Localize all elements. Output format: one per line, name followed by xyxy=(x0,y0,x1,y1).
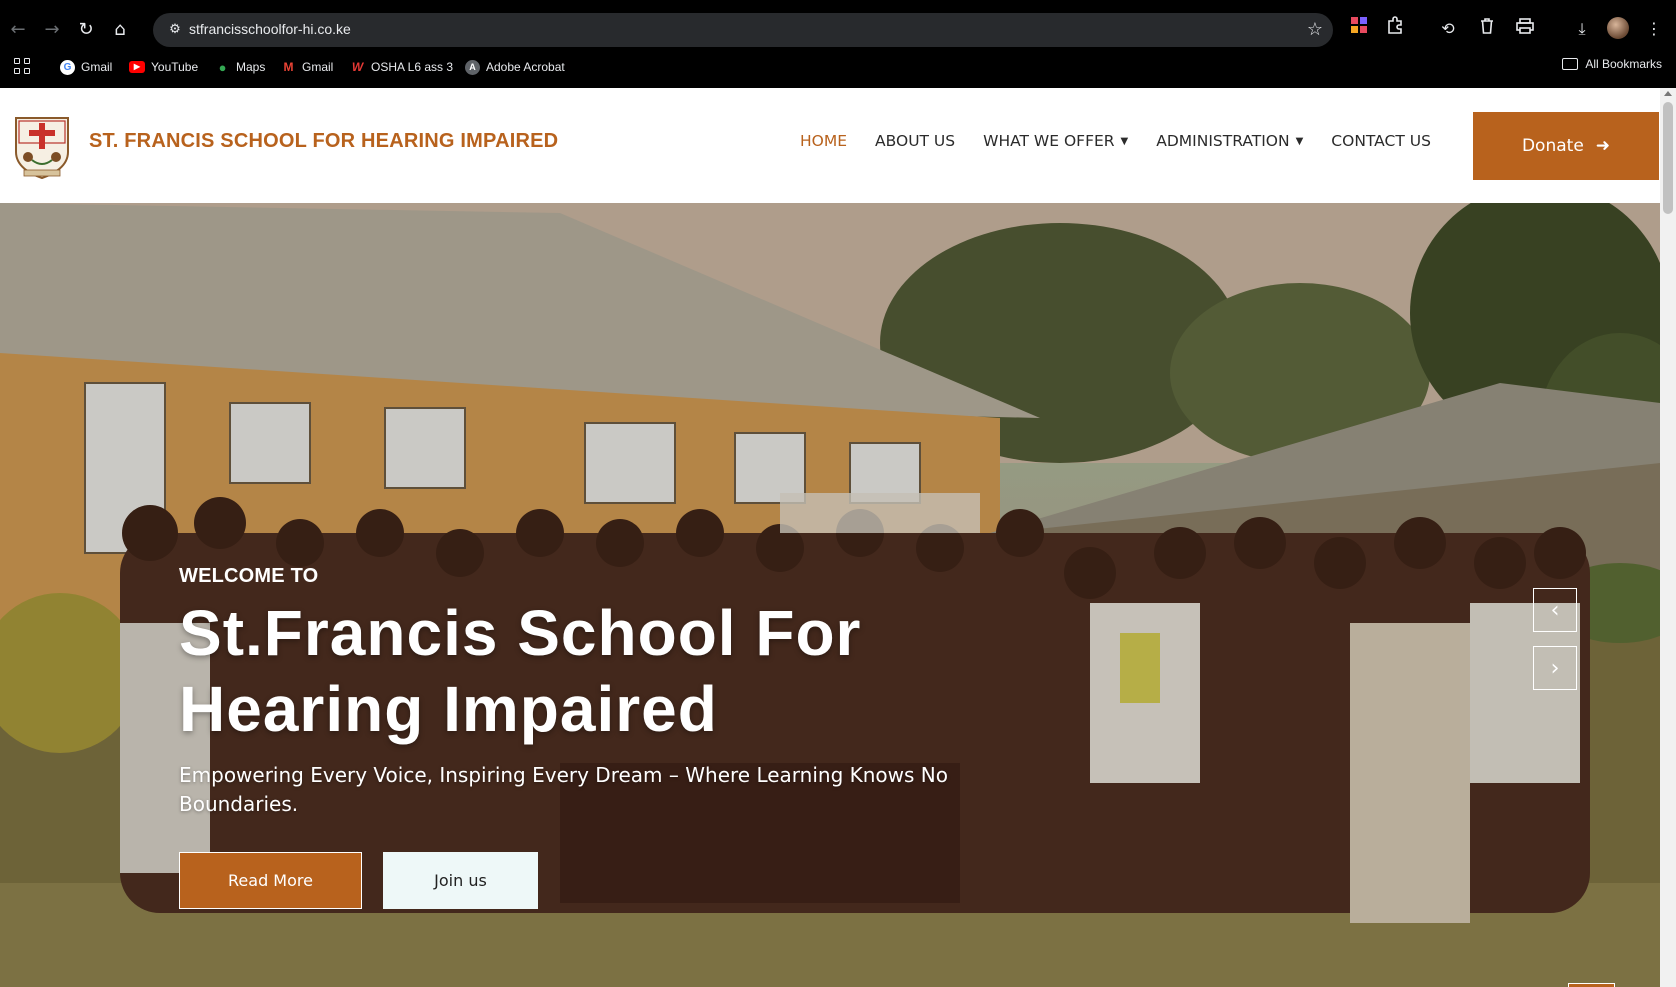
bookmark-label: OSHA L6 ass 3 xyxy=(371,60,454,74)
bookmark-label: Gmail xyxy=(81,60,113,74)
site-info-icon[interactable]: ⚙ xyxy=(165,20,185,40)
folder-icon xyxy=(1562,58,1579,70)
site-header: ST. FRANCIS SCHOOL FOR HEARING IMPAIRED … xyxy=(0,88,1660,203)
forward-icon[interactable]: → xyxy=(38,16,66,44)
address-url[interactable]: stfrancisschoolfor-hi.co.ke xyxy=(189,21,351,37)
hero-eyebrow: WELCOME TO xyxy=(179,565,319,587)
w-icon: W xyxy=(351,59,364,74)
extensions-puzzle-icon[interactable] xyxy=(1382,16,1408,42)
all-bookmarks-label: All Bookmarks xyxy=(1585,57,1662,71)
print-icon[interactable] xyxy=(1512,16,1538,42)
nav-home[interactable]: HOME xyxy=(800,132,847,150)
profile-avatar[interactable] xyxy=(1607,17,1629,39)
chevron-left-icon: ‹ xyxy=(1550,597,1560,623)
menu-kebab-icon[interactable]: ⋮ xyxy=(1641,16,1667,42)
acrobat-icon: A xyxy=(465,59,480,75)
page-viewport: ST. FRANCIS SCHOOL FOR HEARING IMPAIRED … xyxy=(0,88,1676,987)
nav-contact-us[interactable]: CONTACT US xyxy=(1331,132,1431,150)
back-to-top-button[interactable]: ↑ xyxy=(1568,983,1615,987)
join-us-button[interactable]: Join us xyxy=(383,852,538,909)
donate-label: Donate xyxy=(1521,136,1584,156)
bookmark-gmail-2[interactable]: M Gmail xyxy=(281,57,334,77)
nav-label: HOME xyxy=(800,132,848,150)
slider-next-button[interactable]: › xyxy=(1533,646,1577,690)
donate-button[interactable]: Donate ➜ xyxy=(1473,112,1659,180)
nav-label: ABOUT US xyxy=(875,132,956,150)
gmail-icon: M xyxy=(283,59,294,74)
nav-administration[interactable]: ADMINISTRATION ▼ xyxy=(1156,132,1303,150)
bookmark-star-icon[interactable]: ☆ xyxy=(1307,19,1323,40)
bookmark-gmail[interactable]: G Gmail xyxy=(60,57,112,77)
nav-what-we-offer[interactable]: WHAT WE OFFER ▼ xyxy=(983,132,1128,150)
trash-icon[interactable] xyxy=(1474,16,1500,42)
bookmark-label: Adobe Acrobat xyxy=(486,60,565,74)
bookmark-label: YouTube xyxy=(151,60,199,74)
nav-label: WHAT WE OFFER xyxy=(983,132,1115,150)
page-scrollbar[interactable] xyxy=(1660,88,1676,987)
history-icon[interactable]: ⟲ xyxy=(1435,16,1461,42)
scroll-thumb[interactable] xyxy=(1663,102,1673,214)
browser-toolbar: ← → ↻ ⌂ ⚙ stfrancisschoolfor-hi.co.ke ☆ … xyxy=(0,0,1676,56)
address-bar[interactable]: ⚙ stfrancisschoolfor-hi.co.ke ☆ xyxy=(153,13,1333,47)
slider-prev-button[interactable]: ‹ xyxy=(1533,588,1577,632)
nav-about-us[interactable]: ABOUT US xyxy=(875,132,955,150)
scroll-up-arrow-icon[interactable] xyxy=(1664,91,1672,96)
apps-grid-icon[interactable] xyxy=(14,58,32,76)
download-icon[interactable]: ⤓ xyxy=(1569,16,1595,42)
site-title[interactable]: ST. FRANCIS SCHOOL FOR HEARING IMPAIRED xyxy=(89,130,558,153)
all-bookmarks[interactable]: All Bookmarks xyxy=(1562,57,1662,71)
bookmark-youtube[interactable]: ▶ YouTube xyxy=(129,57,198,77)
google-icon: G xyxy=(60,59,75,75)
bookmark-osha[interactable]: W OSHA L6 ass 3 xyxy=(350,57,453,77)
chevron-right-icon: › xyxy=(1550,655,1560,681)
chevron-down-icon: ▼ xyxy=(1120,135,1129,147)
maps-icon: ● xyxy=(218,59,227,75)
back-icon[interactable]: ← xyxy=(4,16,32,44)
chevron-down-icon: ▼ xyxy=(1295,135,1304,147)
bookmark-maps[interactable]: ● Maps xyxy=(215,57,266,77)
school-logo[interactable] xyxy=(10,112,74,180)
nav-label: CONTACT US xyxy=(1331,132,1431,150)
hero-slider: WELCOME TO St.Francis School For Hearing… xyxy=(0,203,1660,987)
hero-subtitle: Empowering Every Voice, Inspiring Every … xyxy=(179,763,948,816)
nav-label: ADMINISTRATION xyxy=(1156,132,1290,150)
read-more-button[interactable]: Read More xyxy=(179,852,362,909)
youtube-icon: ▶ xyxy=(129,61,145,73)
reload-icon[interactable]: ↻ xyxy=(72,16,100,44)
arrow-right-icon: ➜ xyxy=(1595,136,1611,156)
home-icon[interactable]: ⌂ xyxy=(106,16,134,44)
bookmark-acrobat[interactable]: A Adobe Acrobat xyxy=(465,57,565,77)
hero-title: St.Francis School For Hearing Impaired xyxy=(179,597,862,745)
main-nav: HOME ABOUT US WHAT WE OFFER ▼ ADMINISTRA… xyxy=(800,132,1431,150)
bookmark-label: Maps xyxy=(236,60,266,74)
bookmark-label: Gmail xyxy=(302,60,334,74)
extension-color-icon[interactable] xyxy=(1346,16,1372,42)
